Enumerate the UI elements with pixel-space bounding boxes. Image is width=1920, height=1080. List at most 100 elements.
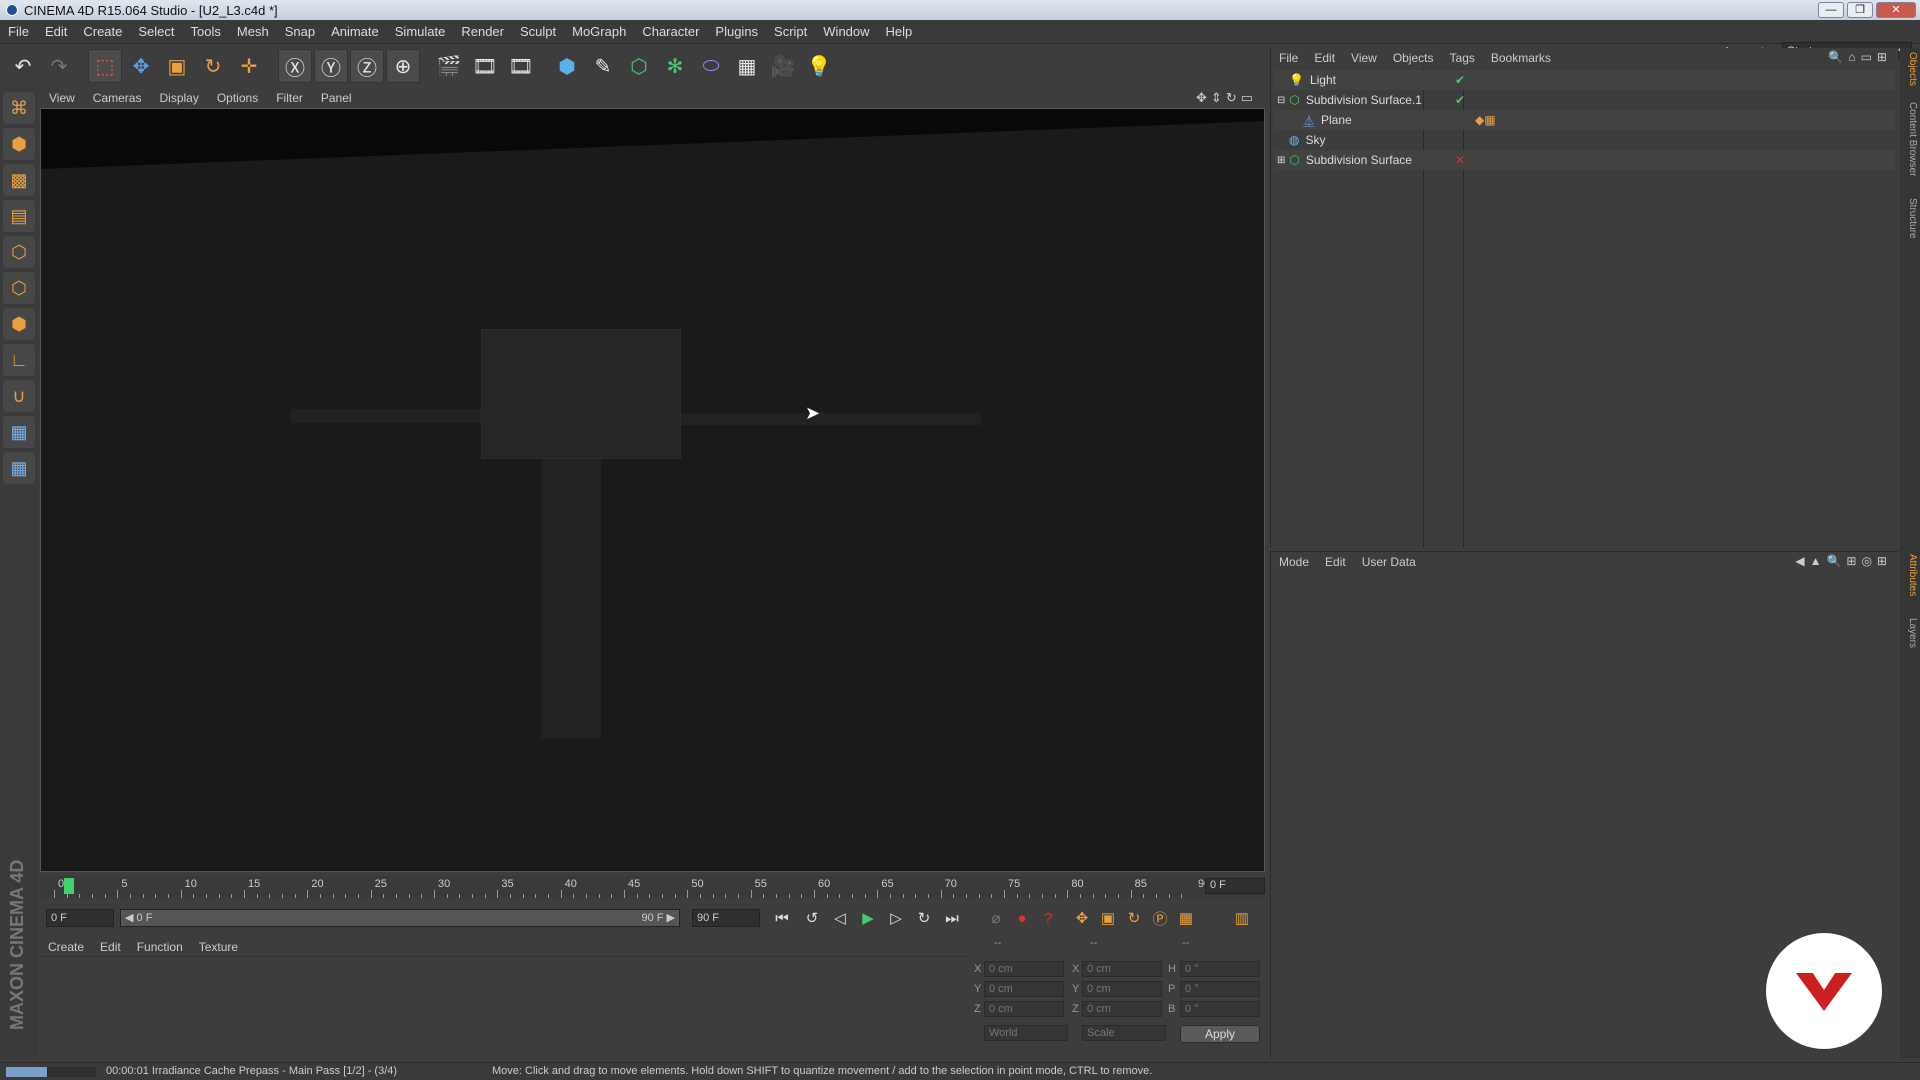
tab-objects[interactable]: Objects (1902, 52, 1918, 86)
object-menu-view[interactable]: View (1343, 51, 1385, 65)
points-mode-icon[interactable]: ⬡ (3, 236, 35, 268)
cube-icon[interactable]: ⬢ (550, 49, 584, 83)
menu-sculpt[interactable]: Sculpt (512, 24, 564, 39)
menu-window[interactable]: Window (815, 24, 877, 39)
scale-mode-dropdown[interactable]: Scale (1082, 1025, 1166, 1041)
material-menu-function[interactable]: Function (129, 940, 191, 954)
expand-icon[interactable]: ⊟ (1277, 95, 1285, 106)
go-to-end-icon[interactable]: ⏭ (940, 906, 964, 930)
texture-mode-icon[interactable]: ▩ (3, 164, 35, 196)
viewport-menu-panel[interactable]: Panel (312, 91, 361, 105)
viewport-menu-display[interactable]: Display (150, 91, 207, 105)
key-pla-icon[interactable]: ▦ (1174, 906, 1198, 930)
viewport-menu-options[interactable]: Options (208, 91, 267, 105)
attr-menu-mode[interactable]: Mode (1271, 555, 1317, 569)
workplane-snap-icon[interactable]: ▦ (3, 452, 35, 484)
frame-range-slider[interactable]: ◀ 0 F 90 F ▶ (120, 909, 680, 927)
key-parameter-icon[interactable]: Ⓟ (1148, 906, 1172, 930)
attr-menu-user-data[interactable]: User Data (1354, 555, 1424, 569)
object-menu-file[interactable]: File (1271, 51, 1306, 65)
close-button[interactable]: ✕ (1876, 2, 1916, 18)
redo-icon[interactable]: ↷ (42, 49, 76, 83)
step-forward-icon[interactable]: ▷ (884, 906, 908, 930)
key-scale-icon[interactable]: ▣ (1096, 906, 1120, 930)
camera-icon[interactable]: 🎥 (766, 49, 800, 83)
size-x-field[interactable]: 0 cm (1082, 961, 1162, 977)
workplane-mode-icon[interactable]: ▤ (3, 200, 35, 232)
rotation-h-field[interactable]: 0 ° (1180, 961, 1260, 977)
object-menu-objects[interactable]: Objects (1385, 51, 1442, 65)
x-axis-lock-icon[interactable]: Ⓧ (278, 49, 312, 83)
render-view-icon[interactable]: 🎬 (432, 49, 466, 83)
menu-plugins[interactable]: Plugins (707, 24, 766, 39)
apply-button[interactable]: Apply (1180, 1025, 1260, 1043)
menu-mograph[interactable]: MoGraph (564, 24, 634, 39)
start-frame-field[interactable]: 0 F (46, 909, 114, 927)
menu-file[interactable]: File (0, 24, 37, 39)
z-axis-lock-icon[interactable]: Ⓩ (350, 49, 384, 83)
menu-tools[interactable]: Tools (183, 24, 229, 39)
expand-icon[interactable]: ⊞ (1277, 155, 1285, 166)
key-position-icon[interactable]: ✥ (1070, 906, 1094, 930)
loop-icon[interactable]: ↻ (912, 906, 936, 930)
go-to-start-icon[interactable]: ⏮ (770, 906, 794, 930)
viewport-menu-filter[interactable]: Filter (267, 91, 312, 105)
autokey-icon[interactable]: ? (1036, 906, 1060, 930)
tab-content-browser[interactable]: Content Browser (1902, 102, 1918, 176)
material-menu-texture[interactable]: Texture (191, 940, 246, 954)
enabled-check-icon[interactable]: ✔ (1455, 93, 1465, 107)
viewport-nav-icons[interactable]: ✥⇕↻▭ (1196, 90, 1257, 106)
axis-mode-icon[interactable]: ∟ (3, 344, 35, 376)
rotate-tool-icon[interactable]: ↻ (196, 49, 230, 83)
model-mode-icon[interactable]: ⬢ (3, 128, 35, 160)
menu-mesh[interactable]: Mesh (229, 24, 277, 39)
menu-simulate[interactable]: Simulate (387, 24, 454, 39)
key-rotation-icon[interactable]: ↻ (1122, 906, 1146, 930)
play-backward-icon[interactable]: ◁ (828, 906, 852, 930)
render-settings-icon[interactable]: 🎞 (504, 49, 538, 83)
recent-tool-icon[interactable]: ✛ (232, 49, 266, 83)
enabled-check-icon[interactable]: ✔ (1455, 73, 1465, 87)
step-back-icon[interactable]: ↺ (800, 906, 824, 930)
object-row[interactable]: ⊞ ⬡ Subdivision Surface ✕ (1275, 150, 1895, 170)
tab-layers[interactable]: Layers (1902, 618, 1918, 648)
object-row[interactable]: ◍ Sky (1275, 130, 1895, 150)
deformer-icon[interactable]: ⬭ (694, 49, 728, 83)
record-icon[interactable]: ● (1010, 906, 1034, 930)
maximize-button[interactable]: ❐ (1847, 2, 1873, 18)
viewport-menu-cameras[interactable]: Cameras (84, 91, 151, 105)
menu-character[interactable]: Character (634, 24, 707, 39)
material-menu-edit[interactable]: Edit (92, 940, 129, 954)
object-menu-edit[interactable]: Edit (1306, 51, 1343, 65)
rotation-b-field[interactable]: 0 ° (1180, 1001, 1260, 1017)
menu-animate[interactable]: Animate (323, 24, 387, 39)
size-z-field[interactable]: 0 cm (1082, 1001, 1162, 1017)
move-tool-icon[interactable]: ✥ (124, 49, 158, 83)
attribute-nav-icons[interactable]: ◀▲🔍⊞◎⊞ (1795, 554, 1892, 568)
playhead[interactable] (64, 878, 74, 894)
menu-select[interactable]: Select (130, 24, 182, 39)
position-x-field[interactable]: 0 cm (984, 961, 1064, 977)
end-frame-field[interactable]: 90 F (692, 909, 760, 927)
coordinate-system-icon[interactable]: ⊕ (386, 49, 420, 83)
menu-help[interactable]: Help (878, 24, 921, 39)
workplane-lock-icon[interactable]: ▦ (3, 416, 35, 448)
render-picture-viewer-icon[interactable]: 🎞 (468, 49, 502, 83)
array-icon[interactable]: ✻ (658, 49, 692, 83)
coordinate-space-dropdown[interactable]: World (984, 1025, 1068, 1041)
y-axis-lock-icon[interactable]: Ⓨ (314, 49, 348, 83)
material-tag-icon[interactable]: ◆▦ (1475, 113, 1496, 127)
object-row[interactable]: ⏅ Plane ◆▦ (1275, 110, 1895, 130)
snap-icon[interactable]: ∪ (3, 380, 35, 412)
object-menu-bookmarks[interactable]: Bookmarks (1483, 51, 1559, 65)
timeline-window-icon[interactable]: ▥ (1230, 906, 1254, 930)
tab-structure[interactable]: Structure (1902, 198, 1918, 239)
object-menu-tags[interactable]: Tags (1442, 51, 1483, 65)
live-selection-icon[interactable]: ⬚ (88, 49, 122, 83)
tab-attributes[interactable]: Attributes (1902, 554, 1918, 596)
material-menu-create[interactable]: Create (40, 940, 92, 954)
polygons-mode-icon[interactable]: ⬢ (3, 308, 35, 340)
object-manager-search-icons[interactable]: 🔍⌂▭⊞ (1828, 50, 1892, 64)
light-icon[interactable]: 💡 (802, 49, 836, 83)
current-frame-field[interactable]: 0 F (1205, 878, 1265, 894)
